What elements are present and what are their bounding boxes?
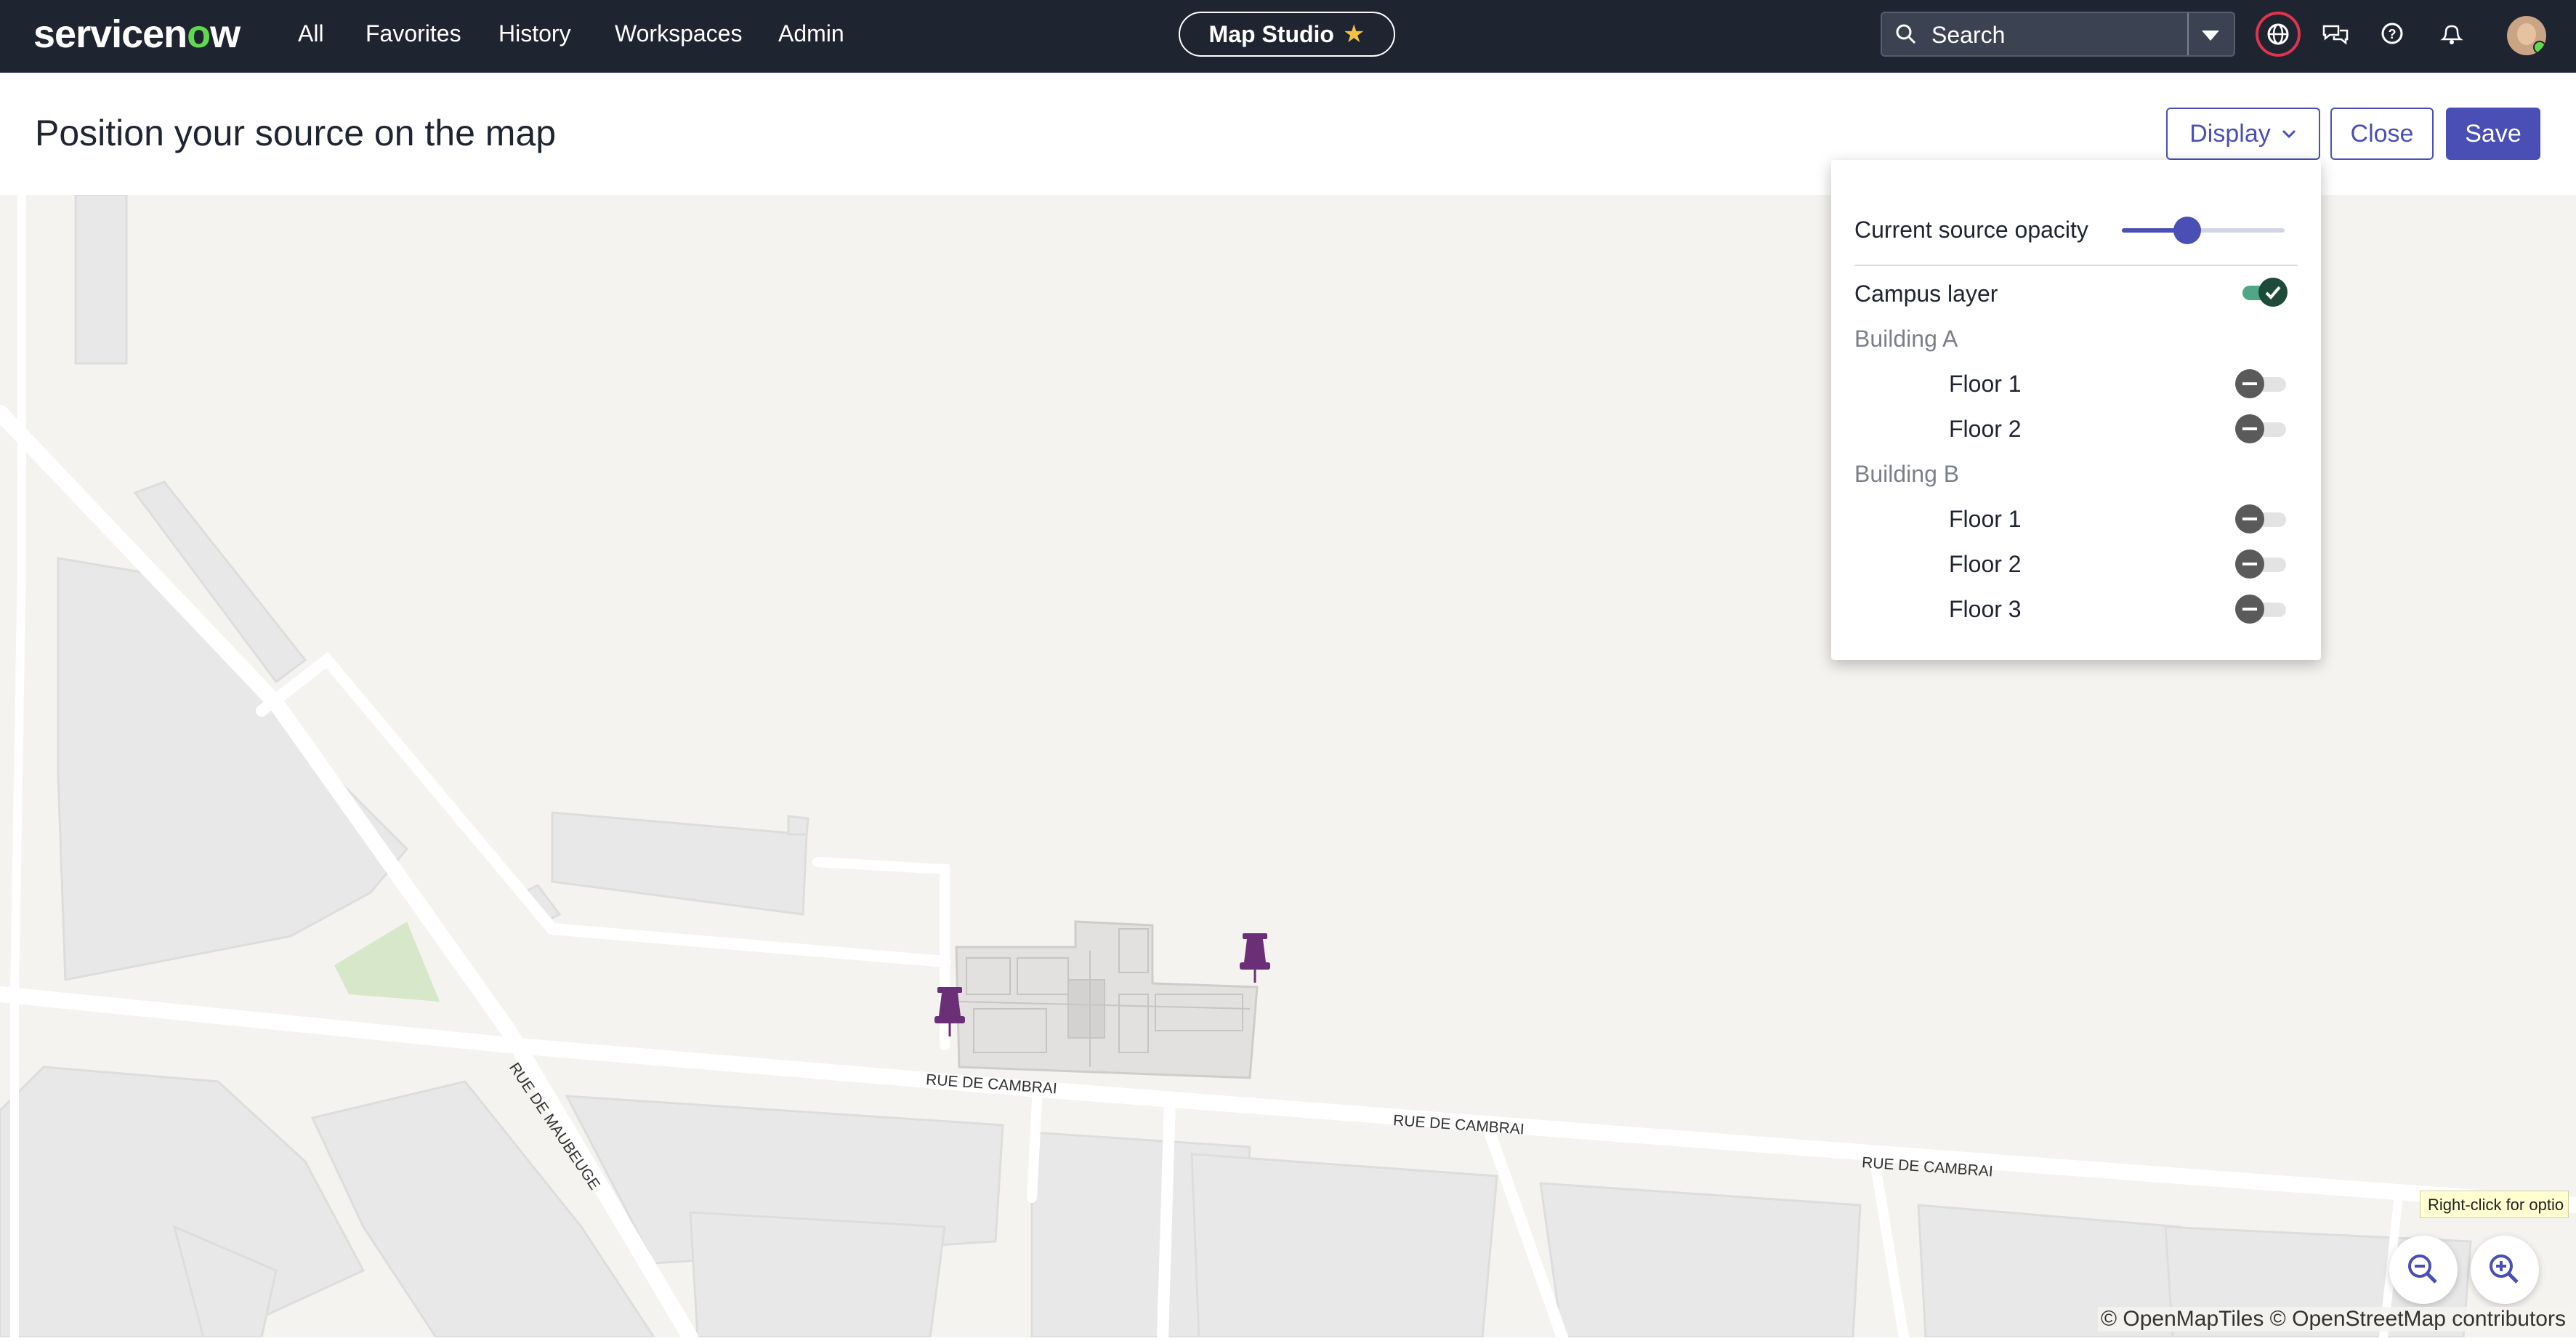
logo-text-suffix: w — [210, 12, 241, 56]
building-a-label: Building A — [1854, 326, 1958, 352]
bell-icon[interactable] — [2434, 17, 2469, 52]
campus-layer-label: Campus layer — [1854, 281, 1998, 307]
star-icon[interactable]: ★ — [1343, 20, 1365, 49]
building-a-floor-1-toggle[interactable] — [2235, 369, 2288, 398]
minus-icon — [2242, 518, 2257, 520]
display-button[interactable]: Display — [2166, 108, 2320, 160]
building-a-floor-2-toggle[interactable] — [2235, 414, 2288, 443]
close-button[interactable]: Close — [2330, 108, 2434, 160]
opacity-label: Current source opacity — [1854, 217, 2088, 243]
display-panel: Current source opacity Campus layer Buil… — [1831, 160, 2321, 660]
building-b-floor-2-toggle[interactable] — [2235, 549, 2288, 579]
avatar-face — [2517, 23, 2536, 45]
checkmark-icon — [2265, 286, 2281, 299]
zoom-out-icon — [2408, 1255, 2437, 1284]
nav-workspaces[interactable]: Workspaces — [615, 20, 742, 47]
minus-icon — [2242, 608, 2257, 611]
app-pill-map-studio[interactable]: Map Studio ★ — [1179, 12, 1395, 57]
building-b-floor-3-toggle[interactable] — [2235, 595, 2288, 624]
svg-text:?: ? — [2389, 27, 2397, 41]
servicenow-logo[interactable]: servicenow — [33, 12, 241, 57]
campus-layer-toggle[interactable] — [2235, 278, 2288, 307]
zoom-in-button[interactable] — [2471, 1236, 2539, 1304]
building-a-floor-1-label: Floor 1 — [1949, 371, 2022, 397]
toggle-knob — [2235, 414, 2264, 443]
help-icon[interactable]: ? — [2376, 17, 2411, 52]
logo-text-o: o — [187, 12, 211, 56]
toggle-knob — [2235, 369, 2264, 398]
logo-text-prefix: servicen — [33, 12, 187, 56]
building-b-label: Building B — [1854, 461, 1960, 487]
map-tooltip: Right-click for optio — [2420, 1191, 2569, 1218]
zoom-out-button[interactable] — [2389, 1236, 2458, 1304]
building-b-floor-3-label: Floor 3 — [1949, 596, 2022, 622]
app-pill-label: Map Studio — [1208, 20, 1334, 47]
top-navigation: servicenow All Favorites History Workspa… — [0, 0, 2576, 73]
zoom-in-icon — [2490, 1255, 2519, 1284]
nav-all[interactable]: All — [298, 20, 324, 47]
building-b-floor-1-toggle[interactable] — [2235, 504, 2288, 533]
toggle-knob — [2235, 504, 2264, 533]
toggle-knob — [2235, 595, 2264, 624]
chevron-down-icon — [2282, 129, 2296, 139]
minus-icon — [2242, 563, 2257, 565]
display-button-label: Display — [2189, 119, 2271, 148]
globe-icon — [2267, 23, 2289, 45]
opacity-slider[interactable] — [2122, 217, 2285, 244]
nav-admin[interactable]: Admin — [778, 20, 844, 47]
search-divider — [2187, 13, 2189, 55]
search-icon — [1896, 24, 1916, 44]
global-search[interactable]: Search — [1881, 12, 2235, 57]
minus-icon — [2242, 427, 2257, 430]
presence-dot — [2533, 41, 2546, 54]
user-avatar[interactable] — [2507, 16, 2546, 55]
search-input-label[interactable]: Search — [1931, 22, 2005, 49]
building-b-floor-1-label: Floor 1 — [1949, 506, 2022, 532]
save-button[interactable]: Save — [2446, 108, 2540, 160]
toggle-knob — [2258, 278, 2288, 307]
map-attribution[interactable]: © OpenMapTiles © OpenStreetMap contribut… — [2097, 1307, 2569, 1332]
nav-favorites[interactable]: Favorites — [366, 20, 461, 47]
opacity-slider-thumb[interactable] — [2173, 217, 2201, 244]
building-b-floor-2-label: Floor 2 — [1949, 551, 2022, 577]
map-pin-1[interactable] — [932, 987, 968, 1038]
toggle-knob — [2235, 549, 2264, 579]
nav-history[interactable]: History — [498, 20, 571, 47]
search-scope-dropdown[interactable] — [2202, 31, 2219, 41]
page-title: Position your source on the map — [35, 113, 557, 153]
panel-divider — [1854, 265, 2298, 266]
chat-icon[interactable] — [2318, 17, 2353, 52]
minus-icon — [2242, 382, 2257, 385]
map-pin-2[interactable] — [1237, 933, 1273, 984]
building-a-floor-2-label: Floor 2 — [1949, 416, 2022, 442]
